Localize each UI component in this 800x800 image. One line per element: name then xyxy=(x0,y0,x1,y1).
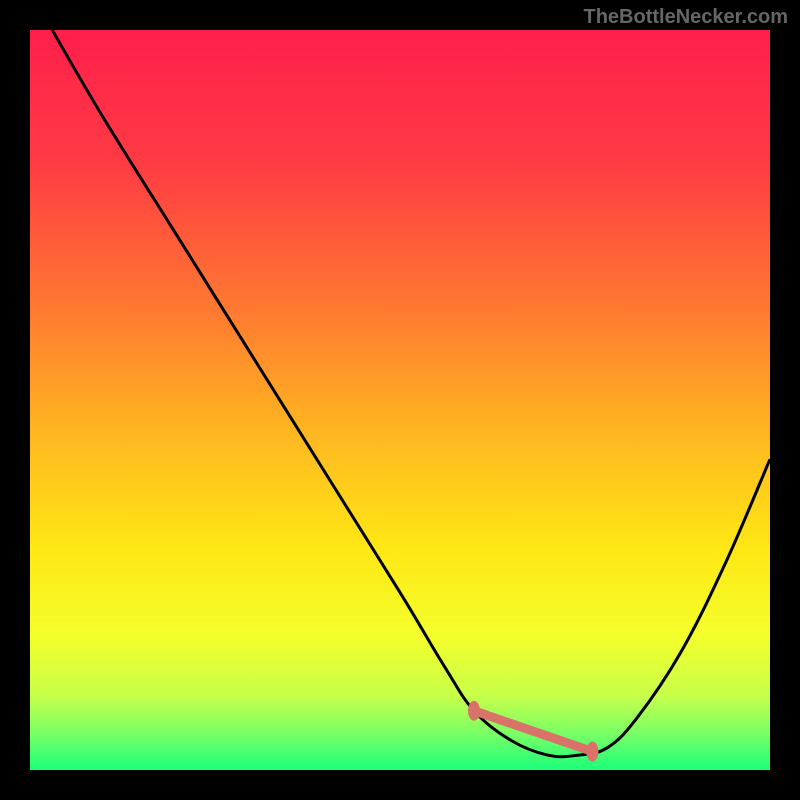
bottleneck-curve-path xyxy=(52,30,770,757)
watermark-text: TheBottleNecker.com xyxy=(583,6,788,29)
flat-cap-right xyxy=(586,742,598,762)
flat-cap-left xyxy=(468,701,480,721)
curve-svg xyxy=(30,30,770,770)
plot-area xyxy=(30,30,770,770)
flat-segment xyxy=(474,711,592,752)
